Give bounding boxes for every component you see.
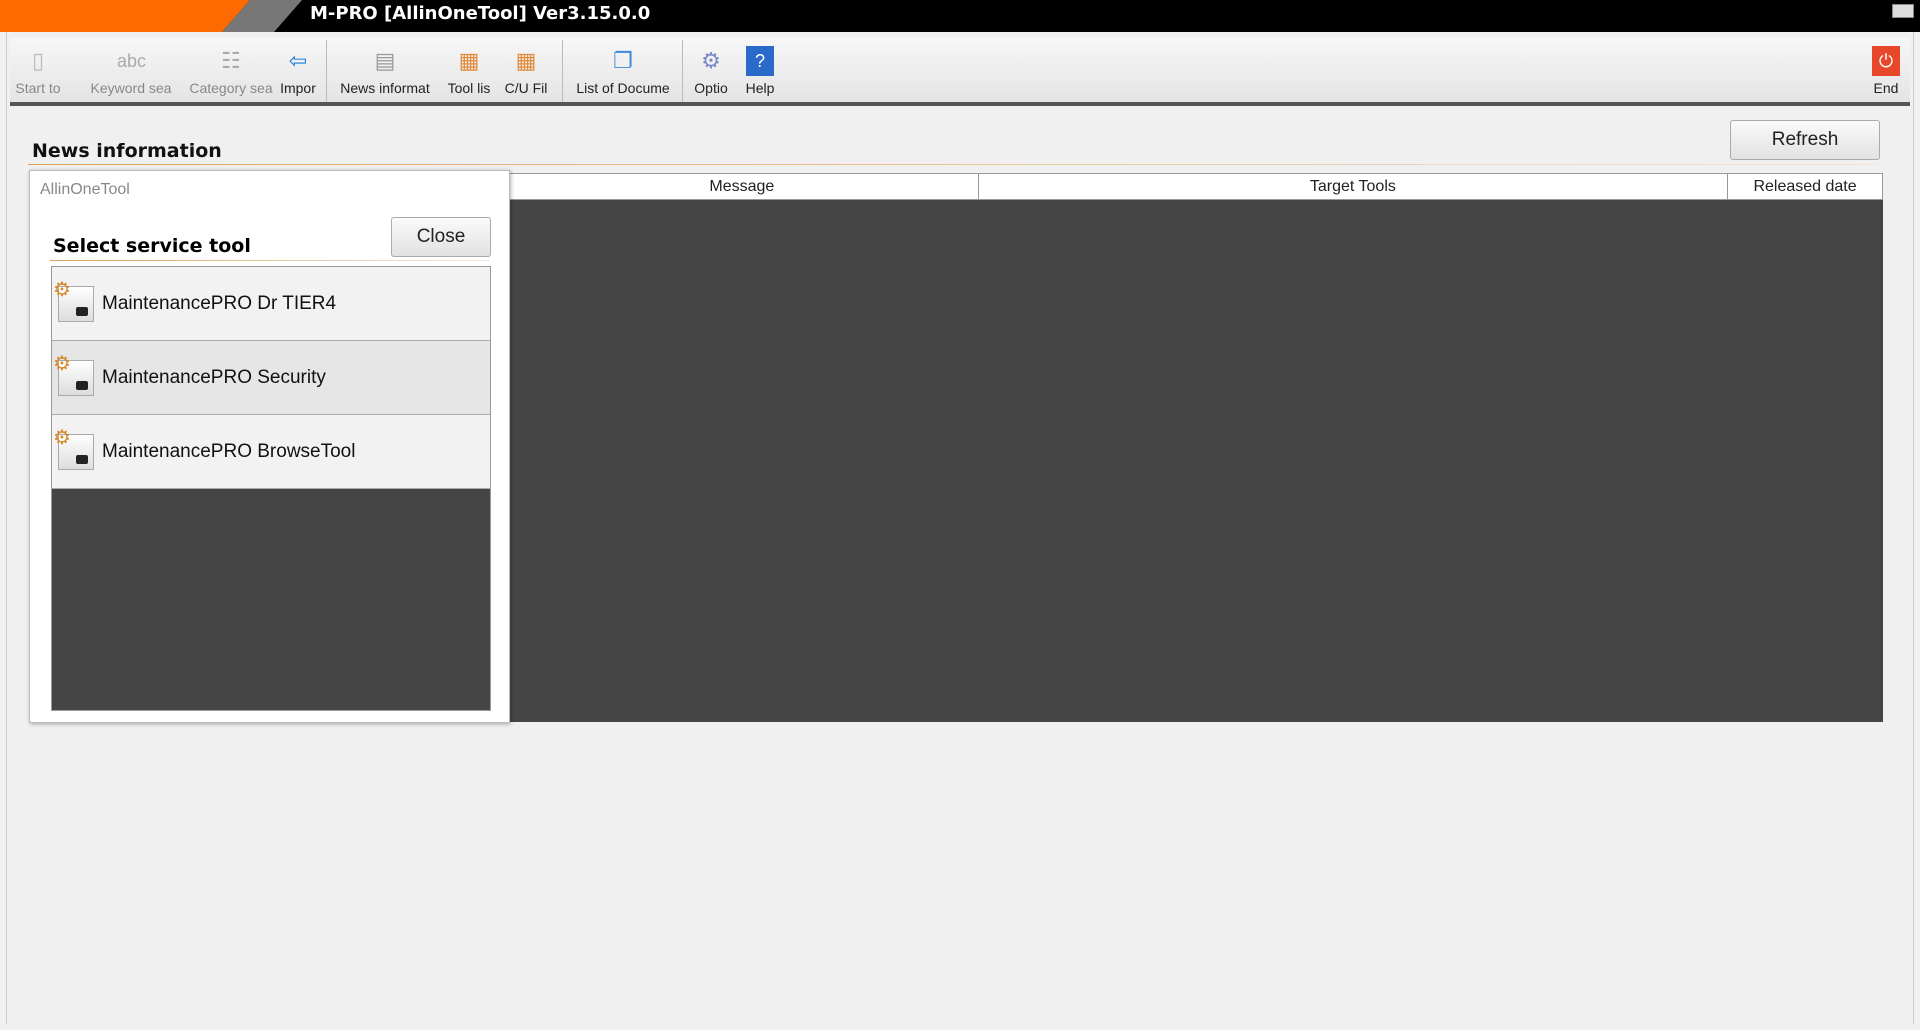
- options-button[interactable]: ⚙ Optio: [688, 38, 734, 104]
- dialog-heading: Select service tool: [53, 235, 251, 257]
- column-released-date[interactable]: Released date: [1728, 174, 1882, 199]
- separator: [682, 40, 683, 102]
- window-title: M-PRO [AllinOneTool] Ver3.15.0.0: [310, 3, 651, 24]
- tool-list-icon: ▦: [458, 48, 480, 73]
- news-table-body: [505, 200, 1883, 722]
- document-list-button[interactable]: ❐ List of Docume: [568, 38, 678, 104]
- separator: [562, 40, 563, 102]
- close-button[interactable]: Close: [391, 217, 491, 257]
- news-table-header: Message Target Tools Released date: [505, 173, 1883, 200]
- service-tool-icon: ⚙: [53, 353, 94, 396]
- cu-file-icon: ▦: [515, 48, 537, 73]
- separator: [326, 40, 327, 102]
- keyword-search-button[interactable]: abc Keyword sea: [76, 38, 186, 104]
- column-target-tools[interactable]: Target Tools: [979, 174, 1729, 199]
- tool-list-button[interactable]: ▦ Tool lis: [442, 38, 496, 104]
- end-button[interactable]: ⏻ End: [1866, 38, 1906, 104]
- news-icon: ▤: [374, 48, 396, 73]
- start-button[interactable]: ▯ Start to: [12, 38, 64, 104]
- divider: [50, 260, 490, 261]
- divider: [28, 164, 1878, 165]
- item-label: MaintenancePRO BrowseTool: [102, 440, 356, 462]
- list-item[interactable]: ⚙ MaintenancePRO Dr TIER4: [52, 267, 490, 341]
- item-label: MaintenancePRO Dr TIER4: [102, 292, 337, 314]
- keyword-search-icon: abc: [117, 51, 147, 71]
- dialog-title: AllinOneTool: [40, 181, 130, 198]
- service-tool-list: ⚙ MaintenancePRO Dr TIER4 ⚙ MaintenancePRO…: [51, 266, 491, 711]
- select-service-tool-dialog: AllinOneTool Select service tool Close ⚙…: [29, 170, 510, 723]
- help-icon: ?: [746, 46, 774, 76]
- page-title: News information: [32, 140, 222, 162]
- start-icon: ▯: [31, 48, 45, 73]
- help-button[interactable]: ? Help: [738, 38, 782, 104]
- service-tool-icon: ⚙: [53, 279, 94, 322]
- minimize-button[interactable]: [1892, 4, 1914, 18]
- list-item[interactable]: ⚙ MaintenancePRO BrowseTool: [52, 415, 490, 489]
- brand-stripe: [0, 0, 250, 32]
- power-icon: ⏻: [1872, 46, 1900, 76]
- item-label: MaintenancePRO Security: [102, 366, 326, 388]
- column-message[interactable]: Message: [506, 174, 979, 199]
- document-list-icon: ❐: [613, 48, 633, 73]
- options-icon: ⚙: [701, 48, 721, 73]
- refresh-button[interactable]: Refresh: [1730, 120, 1880, 160]
- service-tool-icon: ⚙: [53, 427, 94, 470]
- category-search-icon: ☷: [221, 48, 241, 73]
- news-information-button[interactable]: ▤ News informat: [330, 38, 440, 104]
- list-item[interactable]: ⚙ MaintenancePRO Security: [52, 341, 490, 415]
- import-button[interactable]: ⇦ Impor: [274, 38, 322, 104]
- import-icon: ⇦: [288, 48, 308, 73]
- title-bar: M-PRO [AllinOneTool] Ver3.15.0.0: [0, 0, 1920, 32]
- toolbar: ▯ Start to abc Keyword sea ☷ Category sea ⇦…: [10, 38, 1910, 106]
- cu-file-button[interactable]: ▦ C/U Fil: [500, 38, 552, 104]
- category-search-button[interactable]: ☷ Category sea: [176, 38, 286, 104]
